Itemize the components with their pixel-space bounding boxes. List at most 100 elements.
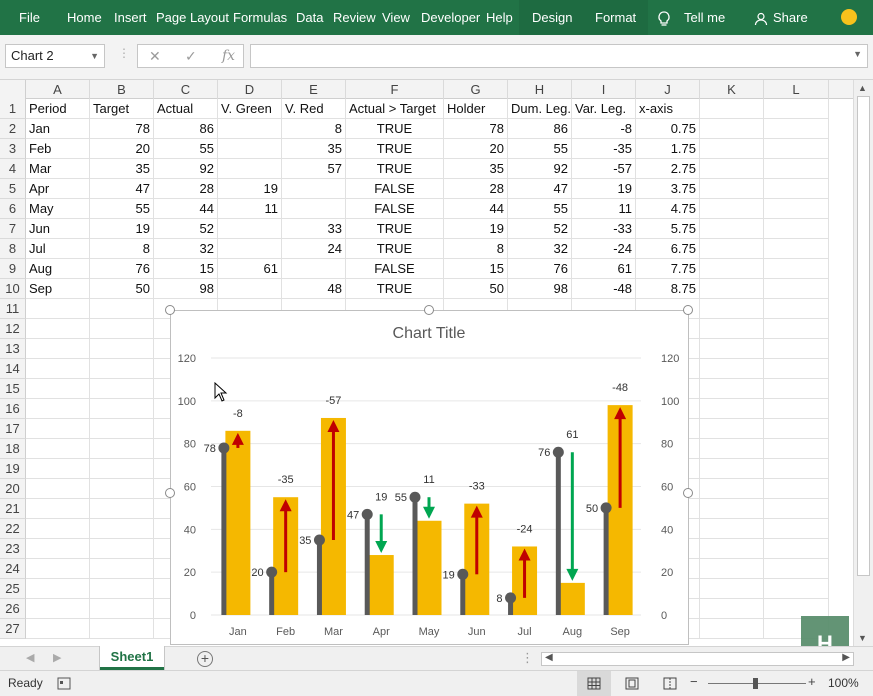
table-cell[interactable] (700, 599, 764, 619)
resize-handle-right[interactable] (683, 488, 693, 498)
table-cell[interactable] (700, 319, 764, 339)
table-cell[interactable] (764, 99, 829, 119)
table-cell[interactable] (90, 419, 154, 439)
tab-page-layout[interactable]: Page Layout (156, 0, 229, 35)
table-cell[interactable] (700, 179, 764, 199)
table-cell[interactable] (218, 159, 282, 179)
table-cell[interactable]: Mar (26, 159, 90, 179)
column-header[interactable]: B (90, 80, 154, 99)
tab-data[interactable]: Data (296, 0, 323, 35)
table-cell[interactable]: 76 (90, 259, 154, 279)
table-cell[interactable] (700, 379, 764, 399)
table-cell[interactable] (764, 139, 829, 159)
table-cell[interactable]: 98 (154, 279, 218, 299)
resize-handle-top[interactable] (424, 305, 434, 315)
table-cell[interactable] (282, 259, 346, 279)
table-cell[interactable] (764, 459, 829, 479)
formula-input[interactable]: ▼ (250, 44, 868, 68)
table-cell[interactable] (700, 139, 764, 159)
tab-design[interactable]: Design (532, 0, 572, 35)
table-cell[interactable]: 50 (90, 279, 154, 299)
add-sheet-plus-icon[interactable]: + (197, 651, 213, 667)
table-cell[interactable] (26, 459, 90, 479)
table-cell[interactable]: 19 (572, 179, 636, 199)
tab-developer[interactable]: Developer (421, 0, 480, 35)
table-cell[interactable]: Jan (26, 119, 90, 139)
table-cell[interactable] (26, 439, 90, 459)
table-cell[interactable]: -57 (572, 159, 636, 179)
table-cell[interactable] (26, 339, 90, 359)
table-cell[interactable] (90, 299, 154, 319)
feedback-smiley-icon[interactable] (841, 9, 857, 25)
row-header[interactable]: 3 (0, 139, 26, 159)
sheet-tab-sheet1[interactable]: Sheet1 (100, 646, 164, 670)
table-cell[interactable]: 86 (154, 119, 218, 139)
zoom-out-icon[interactable]: − (690, 674, 698, 689)
table-cell[interactable]: 20 (90, 139, 154, 159)
table-cell[interactable] (26, 559, 90, 579)
cancel-x-icon[interactable]: ✕ (149, 45, 161, 67)
table-cell[interactable] (218, 279, 282, 299)
table-cell[interactable]: Jun (26, 219, 90, 239)
table-cell[interactable] (90, 579, 154, 599)
row-header[interactable]: 16 (0, 399, 26, 419)
column-header[interactable]: C (154, 80, 218, 99)
column-header[interactable]: F (346, 80, 444, 99)
row-header[interactable]: 21 (0, 499, 26, 519)
table-cell[interactable] (764, 559, 829, 579)
table-cell[interactable] (700, 199, 764, 219)
table-cell[interactable]: 52 (508, 219, 572, 239)
table-cell[interactable]: 32 (154, 239, 218, 259)
table-cell[interactable]: 4.75 (636, 199, 700, 219)
table-cell[interactable] (700, 299, 764, 319)
row-header[interactable]: 8 (0, 239, 26, 259)
spreadsheet-grid[interactable]: ABCDEFGHIJKL 1 2 3 4 5 6 7 8 9 10 11 12 13 14 15 16 17 18… (0, 80, 853, 646)
table-cell[interactable]: 78 (444, 119, 508, 139)
table-cell[interactable] (26, 579, 90, 599)
table-cell[interactable]: TRUE (346, 239, 444, 259)
table-cell[interactable] (764, 519, 829, 539)
row-header[interactable]: 24 (0, 559, 26, 579)
table-cell[interactable]: x-axis (636, 99, 700, 119)
table-cell[interactable] (90, 399, 154, 419)
column-header[interactable]: G (444, 80, 508, 99)
table-cell[interactable] (700, 239, 764, 259)
table-cell[interactable] (764, 279, 829, 299)
table-cell[interactable] (700, 539, 764, 559)
resize-handle-left[interactable] (165, 488, 175, 498)
tab-format[interactable]: Format (595, 0, 636, 35)
scroll-left-arrow-icon[interactable]: ◀ (545, 652, 553, 663)
select-all-corner[interactable] (0, 80, 26, 99)
table-cell[interactable] (764, 319, 829, 339)
chevron-down-icon[interactable]: ▼ (90, 45, 99, 67)
table-cell[interactable]: TRUE (346, 119, 444, 139)
table-cell[interactable] (282, 199, 346, 219)
function-fx-icon[interactable]: fx (222, 45, 235, 67)
table-cell[interactable]: Target (90, 99, 154, 119)
table-cell[interactable]: 61 (572, 259, 636, 279)
tab-review[interactable]: Review (333, 0, 376, 35)
table-cell[interactable] (26, 359, 90, 379)
page-break-view-icon[interactable] (663, 677, 677, 690)
table-cell[interactable] (764, 399, 829, 419)
table-cell[interactable]: Dum. Leg. (508, 99, 572, 119)
table-cell[interactable]: V. Green (218, 99, 282, 119)
tab-split-dots-icon[interactable]: ⋮ (521, 650, 534, 666)
row-header[interactable]: 12 (0, 319, 26, 339)
table-cell[interactable] (764, 159, 829, 179)
table-cell[interactable] (764, 299, 829, 319)
column-header[interactable]: I (572, 80, 636, 99)
table-cell[interactable] (26, 519, 90, 539)
zoom-in-icon[interactable]: + (808, 674, 816, 689)
table-cell[interactable] (218, 219, 282, 239)
column-header[interactable]: L (764, 80, 829, 99)
table-cell[interactable]: 8 (90, 239, 154, 259)
row-header[interactable]: 23 (0, 539, 26, 559)
row-header[interactable]: 18 (0, 439, 26, 459)
table-cell[interactable]: 61 (218, 259, 282, 279)
table-cell[interactable] (26, 299, 90, 319)
table-cell[interactable]: 44 (154, 199, 218, 219)
row-header[interactable]: 22 (0, 519, 26, 539)
table-cell[interactable] (764, 359, 829, 379)
table-cell[interactable]: 32 (508, 239, 572, 259)
